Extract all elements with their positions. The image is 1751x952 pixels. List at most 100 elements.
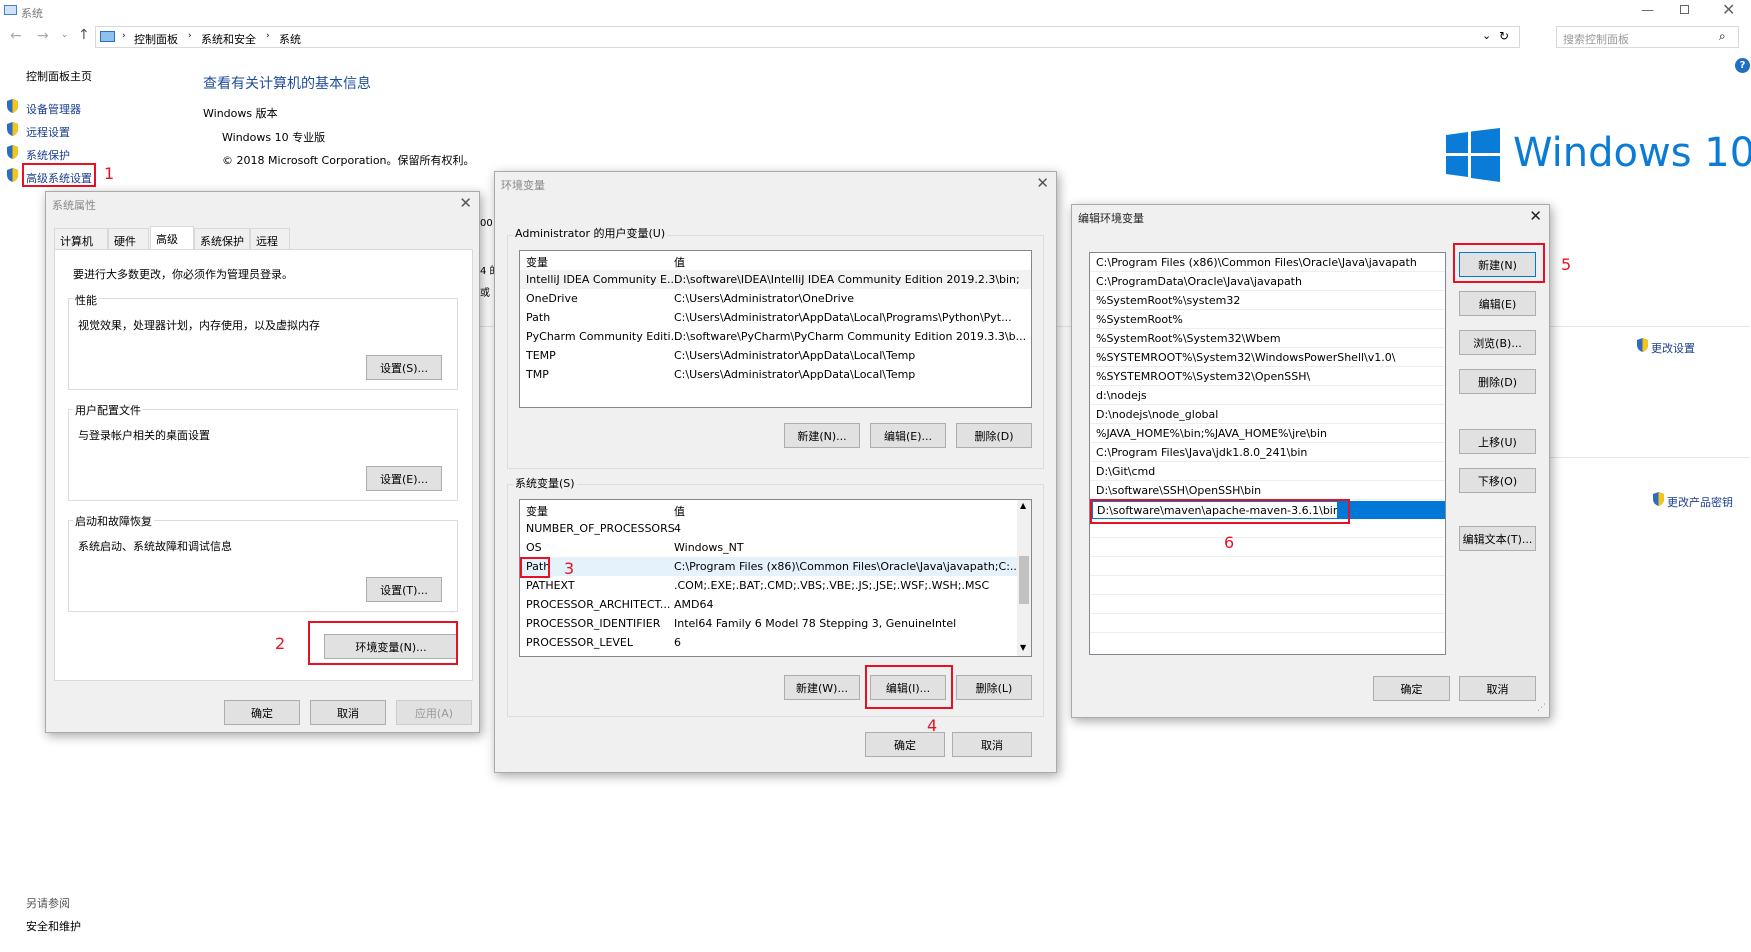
list-item[interactable]: D:\Git\cmd: [1090, 462, 1445, 481]
table-row[interactable]: PyCharm Community Editi... D:\software\Py…: [520, 327, 1031, 346]
chevron-down-icon[interactable]: ⌄: [61, 30, 69, 40]
system-new-button[interactable]: 新建(W)...: [784, 675, 860, 700]
variable-cell: PROCESSOR_LEVEL: [526, 636, 634, 649]
performance-settings-button[interactable]: 设置(S)...: [366, 355, 442, 380]
list-item[interactable]: D:\nodejs\node_global: [1090, 405, 1445, 424]
help-icon[interactable]: ?: [1735, 58, 1750, 73]
list-item[interactable]: %SystemRoot%: [1090, 310, 1445, 329]
list-item[interactable]: %SystemRoot%\System32\Wbem: [1090, 329, 1445, 348]
table-row[interactable]: PATHEXT .COM;.EXE;.BAT;.CMD;.VBS;.VBE;.JS…: [520, 576, 1031, 595]
column-header-value[interactable]: 值: [674, 503, 685, 519]
close-icon[interactable]: ✕: [459, 194, 472, 212]
apply-button[interactable]: 应用(A): [396, 700, 472, 725]
startup-recovery-settings-button[interactable]: 设置(T)...: [366, 577, 442, 602]
back-icon[interactable]: ←: [10, 28, 22, 44]
user-profile-settings-button[interactable]: 设置(E)...: [366, 466, 442, 491]
scrollbar-thumb[interactable]: [1019, 556, 1029, 604]
list-item[interactable]: C:\ProgramData\Oracle\Java\javapath: [1090, 272, 1445, 291]
restore-icon[interactable]: [1680, 5, 1689, 14]
sidebar-item-remote-settings[interactable]: 远程设置: [6, 122, 70, 139]
column-header-variable[interactable]: 变量: [526, 503, 548, 519]
user-edit-button[interactable]: 编辑(E)...: [870, 423, 946, 448]
list-item[interactable]: %SystemRoot%\system32: [1090, 291, 1445, 310]
system-delete-button[interactable]: 删除(L): [956, 675, 1032, 700]
list-item[interactable]: [1090, 538, 1445, 557]
ok-button[interactable]: 确定: [1373, 676, 1450, 701]
tab-advanced[interactable]: 高级: [150, 226, 194, 249]
tab-remote[interactable]: 远程: [250, 228, 290, 249]
minimize-icon[interactable]: —: [1641, 3, 1654, 18]
list-item[interactable]: C:\Program Files\Java\jdk1.8.0_241\bin: [1090, 443, 1445, 462]
ok-button[interactable]: 确定: [224, 700, 300, 725]
column-header-variable[interactable]: 变量: [526, 254, 548, 270]
dialog-title: 环境变量: [501, 179, 545, 192]
list-item[interactable]: C:\Program Files (x86)\Common Files\Orac…: [1090, 253, 1445, 272]
ok-button[interactable]: 确定: [865, 732, 945, 757]
path-list[interactable]: C:\Program Files (x86)\Common Files\Orac…: [1089, 252, 1446, 655]
user-new-button[interactable]: 新建(N)...: [784, 423, 860, 448]
move-down-button[interactable]: 下移(O): [1459, 468, 1536, 493]
table-row[interactable]: PROCESSOR_ARCHITECT... AMD64: [520, 595, 1031, 614]
divider: [1550, 457, 1750, 458]
search-icon[interactable]: ⌕: [1719, 29, 1726, 44]
change-product-key-link[interactable]: 更改产品密钥: [1652, 492, 1733, 509]
table-row[interactable]: IntelliJ IDEA Community E... D:\software\…: [520, 270, 1031, 289]
table-row[interactable]: OneDrive C:\Users\Administrator\OneDrive: [520, 289, 1031, 308]
address-dropdown-icon[interactable]: ⌄: [1482, 29, 1491, 42]
security-maintenance-link[interactable]: 安全和维护: [26, 918, 81, 934]
breadcrumb-item[interactable]: 系统: [279, 31, 301, 47]
list-item[interactable]: [1090, 595, 1445, 614]
table-row[interactable]: TMP C:\Users\Administrator\AppData\Local\…: [520, 365, 1031, 384]
refresh-icon[interactable]: ↻: [1499, 29, 1509, 43]
list-item[interactable]: D:\software\SSH\OpenSSH\bin: [1090, 481, 1445, 500]
sidebar-item-system-protection[interactable]: 系统保护: [6, 145, 70, 162]
breadcrumb-item[interactable]: 系统和安全: [201, 31, 256, 47]
table-row[interactable]: PROCESSOR_LEVEL 6: [520, 633, 1031, 652]
table-row[interactable]: TEMP C:\Users\Administrator\AppData\Local…: [520, 346, 1031, 365]
table-row[interactable]: OS Windows_NT: [520, 538, 1031, 557]
address-bar[interactable]: › 控制面板 › 系统和安全 › 系统 ⌄ ↻: [95, 26, 1520, 48]
user-variables-list[interactable]: 变量 值 IntelliJ IDEA Community E... D:\soft…: [519, 250, 1032, 408]
sidebar-item-device-manager[interactable]: 设备管理器: [6, 99, 81, 116]
move-up-button[interactable]: 上移(U): [1459, 429, 1536, 454]
tab-hardware[interactable]: 硬件: [108, 228, 149, 249]
table-row-selected[interactable]: Path C:\Program Files (x86)\Common Files\…: [520, 557, 1031, 576]
cancel-button[interactable]: 取消: [1459, 676, 1536, 701]
delete-button[interactable]: 删除(D): [1459, 369, 1536, 394]
table-row[interactable]: Path C:\Users\Administrator\AppData\Local…: [520, 308, 1031, 327]
list-item[interactable]: %SYSTEMROOT%\System32\WindowsPowerShell\…: [1090, 348, 1445, 367]
edit-text-button[interactable]: 编辑文本(T)...: [1459, 526, 1536, 551]
list-item[interactable]: %JAVA_HOME%\bin;%JAVA_HOME%\jre\bin: [1090, 424, 1445, 443]
control-panel-home-link[interactable]: 控制面板主页: [26, 68, 92, 84]
list-item[interactable]: [1090, 614, 1445, 633]
tab-system-protection[interactable]: 系统保护: [194, 228, 250, 249]
close-icon[interactable]: ✕: [1722, 0, 1735, 19]
close-icon[interactable]: ✕: [1529, 207, 1542, 225]
user-delete-button[interactable]: 删除(D): [956, 423, 1032, 448]
sidebar-item-advanced-settings[interactable]: 高级系统设置: [6, 168, 92, 185]
scroll-down-icon[interactable]: ▼: [1020, 643, 1026, 652]
close-icon[interactable]: ✕: [1036, 174, 1049, 192]
up-icon[interactable]: ↑: [78, 27, 90, 43]
search-input[interactable]: 搜索控制面板: [1563, 31, 1629, 47]
change-settings-link[interactable]: 更改设置: [1636, 338, 1695, 355]
scroll-up-icon[interactable]: ▲: [1020, 501, 1026, 510]
cancel-button[interactable]: 取消: [952, 732, 1032, 757]
system-variables-list[interactable]: 变量 值 NUMBER_OF_PROCESSORS 4 OS Windows_NT …: [519, 499, 1032, 657]
browse-button[interactable]: 浏览(B)...: [1459, 330, 1536, 355]
cancel-button[interactable]: 取消: [310, 700, 386, 725]
resize-grip-icon[interactable]: ⋰: [1537, 703, 1546, 713]
tab-computer-name[interactable]: 计算机名: [54, 228, 108, 264]
table-row[interactable]: NUMBER_OF_PROCESSORS 4: [520, 519, 1031, 538]
list-item[interactable]: d:\nodejs: [1090, 386, 1445, 405]
edit-button[interactable]: 编辑(E): [1459, 291, 1536, 316]
column-header-value[interactable]: 值: [674, 254, 685, 270]
list-item[interactable]: [1090, 557, 1445, 576]
forward-icon[interactable]: →: [37, 28, 49, 44]
list-item[interactable]: %SYSTEMROOT%\System32\OpenSSH\: [1090, 367, 1445, 386]
search-box[interactable]: 搜索控制面板 ⌕: [1556, 26, 1739, 48]
list-item[interactable]: [1090, 576, 1445, 595]
scrollbar[interactable]: ▲ ▼: [1017, 500, 1031, 656]
breadcrumb-item[interactable]: 控制面板: [134, 31, 178, 47]
table-row[interactable]: PROCESSOR_IDENTIFIER Intel64 Family 6 Mod…: [520, 614, 1031, 633]
